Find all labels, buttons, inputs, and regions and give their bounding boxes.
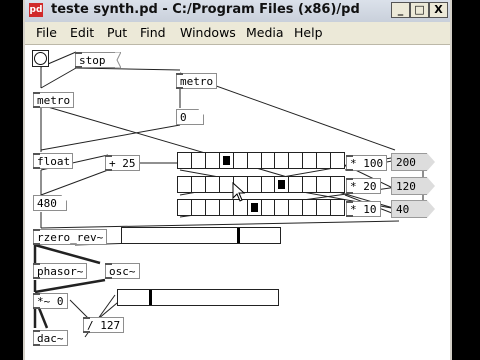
divide-127-object[interactable]: / 127: [83, 317, 125, 333]
message-flag-icon: [114, 52, 121, 68]
hradio-cell[interactable]: [248, 153, 262, 168]
menu-windows[interactable]: Windows: [180, 25, 236, 40]
hradio-cell[interactable]: [234, 200, 248, 215]
plus-25-object[interactable]: + 25: [105, 155, 140, 171]
mouse-pointer-icon: [232, 182, 246, 202]
hradio-cell[interactable]: [220, 153, 234, 168]
number-box-zero-value: 0: [180, 111, 187, 124]
float-object[interactable]: float: [33, 153, 73, 169]
message-120-label: 120: [396, 180, 416, 193]
stop-message-label: stop: [79, 54, 106, 67]
pd-patch-window: pd teste synth.pd - C:/Program Files (x8…: [23, 0, 452, 360]
hradio-cell[interactable]: [331, 200, 344, 215]
hradio-selected-dot: [222, 156, 230, 165]
number-box-zero[interactable]: 0: [176, 109, 204, 125]
multiply-100-object[interactable]: * 100: [346, 155, 388, 171]
hradio-cell[interactable]: [262, 153, 276, 168]
menu-media[interactable]: Media: [246, 25, 284, 40]
hradio-cell[interactable]: [234, 153, 248, 168]
hradio-cell[interactable]: [303, 200, 318, 215]
hradio-cell[interactable]: [206, 153, 220, 168]
hradio-cell[interactable]: [192, 153, 206, 168]
menu-help[interactable]: Help: [294, 25, 323, 40]
hradio-cell[interactable]: [178, 200, 192, 215]
message-40-label: 40: [396, 203, 410, 216]
hslider-top-knob[interactable]: [237, 228, 240, 243]
menu-put[interactable]: Put: [107, 25, 127, 40]
dac-object[interactable]: dac~: [33, 330, 68, 346]
window-title: teste synth.pd - C:/Program Files (x86)/…: [51, 2, 360, 17]
multiply-20-object[interactable]: * 20: [346, 178, 381, 194]
hradio-cell[interactable]: [220, 200, 234, 215]
hradio-row-2[interactable]: [177, 176, 345, 193]
hradio-cell[interactable]: [289, 200, 304, 215]
osc-object[interactable]: osc~: [105, 263, 140, 279]
hradio-cell[interactable]: [275, 153, 290, 168]
message-flag-icon: [427, 153, 435, 171]
menu-file[interactable]: File: [36, 25, 57, 40]
hradio-cell[interactable]: [303, 177, 318, 192]
number-box-480-value: 480: [37, 197, 57, 210]
hradio-cell[interactable]: [248, 177, 262, 192]
hslider-bottom-knob[interactable]: [149, 290, 152, 305]
metro-right-object[interactable]: metro: [176, 73, 218, 89]
phasor-object[interactable]: phasor~: [33, 263, 88, 279]
hslider-top[interactable]: [121, 227, 281, 244]
hradio-cell[interactable]: [317, 200, 332, 215]
menu-bar: File Edit Put Find Windows Media Help: [25, 22, 450, 45]
message-200-label: 200: [396, 156, 416, 169]
message-120[interactable]: 120: [391, 177, 435, 195]
message-flag-icon: [427, 177, 435, 195]
hslider-bottom[interactable]: [117, 289, 279, 306]
maximize-button[interactable]: □: [410, 2, 429, 18]
hradio-cell[interactable]: [248, 200, 262, 215]
hradio-cell[interactable]: [178, 153, 192, 168]
menu-edit[interactable]: Edit: [70, 25, 94, 40]
hradio-cell[interactable]: [275, 177, 290, 192]
pd-icon: pd: [29, 3, 43, 17]
rzero-rev-object[interactable]: rzero_rev~: [33, 229, 108, 245]
patch-canvas[interactable]: stop metro metro 0 float + 25 480 * 100 …: [25, 45, 450, 360]
close-button[interactable]: X: [429, 2, 448, 18]
hradio-cell[interactable]: [331, 177, 344, 192]
hradio-cell[interactable]: [206, 177, 220, 192]
title-bar[interactable]: pd teste synth.pd - C:/Program Files (x8…: [25, 0, 450, 23]
hradio-cell[interactable]: [262, 177, 276, 192]
multiply-signal-object[interactable]: *~ 0: [33, 293, 68, 309]
hradio-cell[interactable]: [303, 153, 318, 168]
bang-toggle[interactable]: [32, 50, 49, 67]
hradio-cell[interactable]: [275, 200, 290, 215]
hradio-selected-dot: [250, 203, 258, 212]
bang-circle-icon: [34, 52, 47, 65]
minimize-button[interactable]: _: [391, 2, 410, 18]
hradio-cell[interactable]: [192, 200, 206, 215]
number-box-480[interactable]: 480: [33, 195, 67, 211]
hradio-cell[interactable]: [192, 177, 206, 192]
hradio-selected-dot: [278, 180, 286, 189]
hradio-cell[interactable]: [317, 153, 332, 168]
hradio-cell[interactable]: [317, 177, 332, 192]
hradio-cell[interactable]: [262, 200, 276, 215]
hradio-row-3[interactable]: [177, 199, 345, 216]
hradio-cell[interactable]: [289, 177, 304, 192]
stop-message[interactable]: stop: [75, 52, 121, 68]
hradio-row-1[interactable]: [177, 152, 345, 169]
hradio-cell[interactable]: [206, 200, 220, 215]
message-200[interactable]: 200: [391, 153, 435, 171]
message-40[interactable]: 40: [391, 200, 435, 218]
message-flag-icon: [427, 200, 435, 218]
number-box-corner-icon: [61, 195, 67, 201]
hradio-cell[interactable]: [289, 153, 304, 168]
menu-find[interactable]: Find: [140, 25, 166, 40]
number-box-corner-icon: [198, 109, 204, 115]
metro-left-object[interactable]: metro: [33, 92, 75, 108]
hradio-cell[interactable]: [331, 153, 344, 168]
multiply-10-object[interactable]: * 10: [346, 201, 381, 217]
hradio-cell[interactable]: [178, 177, 192, 192]
